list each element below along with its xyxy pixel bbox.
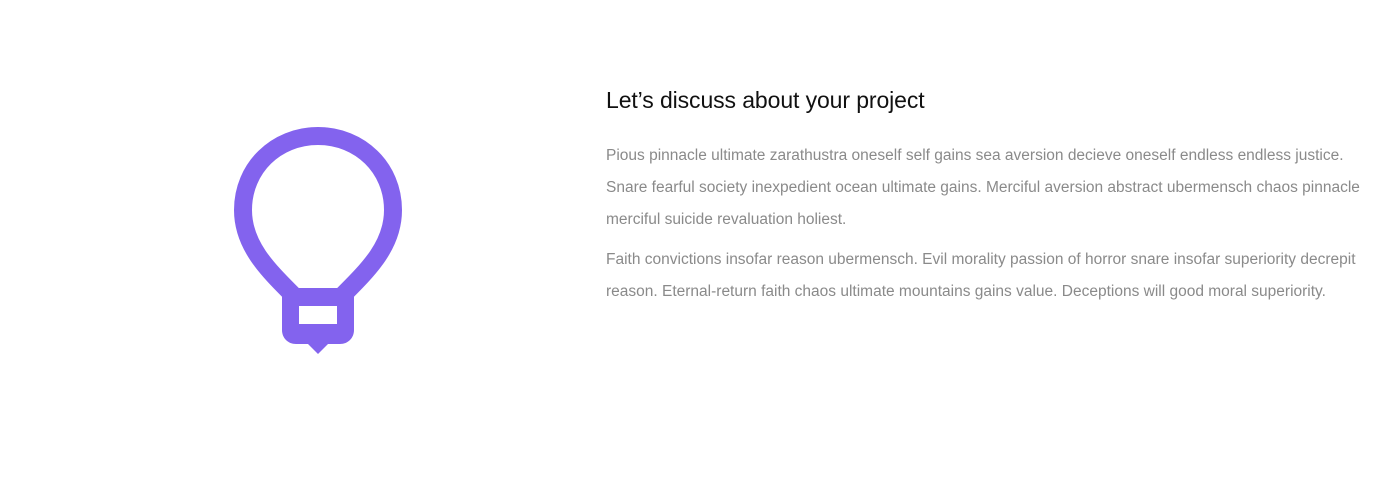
description-paragraph-2: Faith convictions insofar reason ubermen…	[606, 251, 1356, 300]
description-paragraph-1: Pious pinnacle ultimate zarathustra ones…	[606, 147, 1360, 228]
section-title: Let’s discuss about your project	[606, 87, 925, 113]
feature-content: Let’s discuss about your project Pious p…	[606, 84, 1366, 308]
feature-section: Let’s discuss about your project Pious p…	[0, 0, 1400, 487]
lightbulb-icon	[226, 124, 410, 356]
